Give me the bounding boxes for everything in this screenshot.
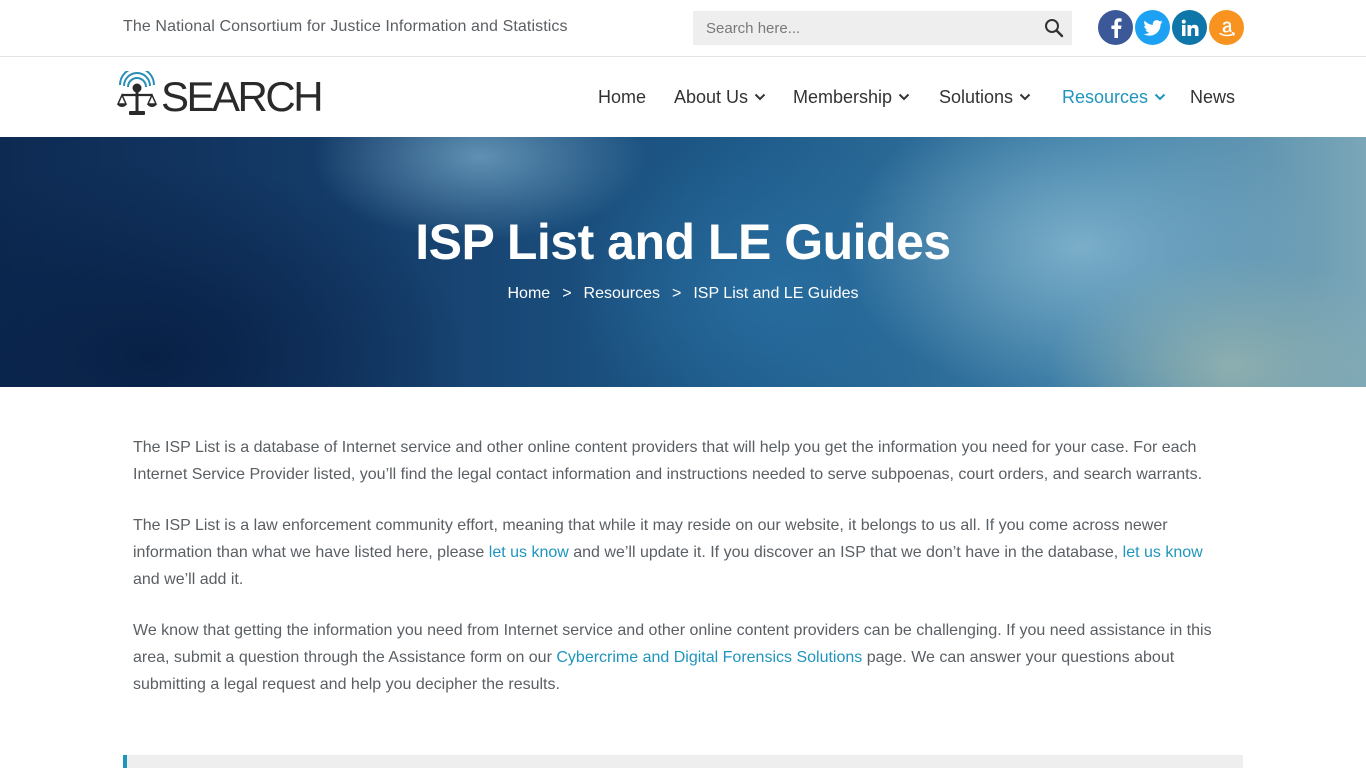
breadcrumb-resources[interactable]: Resources xyxy=(584,285,660,303)
search-box xyxy=(693,11,1072,45)
twitter-icon[interactable] xyxy=(1135,10,1170,45)
cybercrime-solutions-link[interactable]: Cybercrime and Digital Forensics Solutio… xyxy=(556,649,862,666)
breadcrumb-separator: > xyxy=(672,285,682,302)
amazon-icon[interactable] xyxy=(1209,10,1244,45)
scales-of-justice-icon xyxy=(116,71,158,115)
breadcrumb: Home > Resources > ISP List and LE Guide… xyxy=(0,285,1366,303)
main-content: The ISP List is a database of Internet s… xyxy=(133,434,1233,722)
site-tagline: The National Consortium for Justice Info… xyxy=(123,18,568,35)
facebook-icon[interactable] xyxy=(1098,10,1133,45)
chevron-down-icon xyxy=(898,93,910,101)
let-us-know-link[interactable]: let us know xyxy=(489,544,569,561)
search-input[interactable] xyxy=(693,11,1033,45)
logo-wordmark: SEARCH xyxy=(161,73,324,120)
top-bar: The National Consortium for Justice Info… xyxy=(0,0,1366,57)
intro-paragraph: The ISP List is a database of Internet s… xyxy=(133,439,1203,483)
search-icon[interactable] xyxy=(1044,18,1064,38)
nav-label: Membership xyxy=(793,86,893,107)
breadcrumb-separator: > xyxy=(562,285,572,302)
callout-box xyxy=(123,755,1243,768)
nav-label: Resources xyxy=(1062,86,1149,107)
paragraph-text: and we’ll update it. If you discover an … xyxy=(568,544,1123,561)
chevron-down-icon xyxy=(1019,93,1031,101)
nav-about-us[interactable]: About Us xyxy=(674,85,766,109)
breadcrumb-current: ISP List and LE Guides xyxy=(693,285,859,302)
nav-resources[interactable]: Resources xyxy=(1062,85,1166,109)
nav-solutions[interactable]: Solutions xyxy=(939,85,1031,109)
chevron-down-icon xyxy=(1154,93,1166,101)
page-title: ISP List and LE Guides xyxy=(415,214,951,270)
linkedin-icon[interactable] xyxy=(1172,10,1207,45)
nav-label: Solutions xyxy=(939,86,1014,107)
page-hero-banner: ISP List and LE Guides Home > Resources … xyxy=(0,137,1366,387)
community-paragraph: The ISP List is a law enforcement commun… xyxy=(133,512,1233,593)
nav-home[interactable]: Home xyxy=(598,85,646,109)
nav-label: News xyxy=(1190,86,1236,107)
let-us-know-link[interactable]: let us know xyxy=(1123,544,1203,561)
search-logo[interactable]: SEARCH xyxy=(116,71,324,120)
assistance-paragraph: We know that getting the information you… xyxy=(133,617,1233,698)
paragraph-text: and we’ll add it. xyxy=(133,571,244,588)
nav-label: Home xyxy=(598,86,647,107)
chevron-down-icon xyxy=(754,93,766,101)
breadcrumb-home[interactable]: Home xyxy=(508,285,551,303)
nav-news[interactable]: News xyxy=(1190,85,1235,109)
nav-membership[interactable]: Membership xyxy=(793,85,910,109)
nav-label: About Us xyxy=(674,86,749,107)
main-navbar: SEARCH Home About Us Membership Solution… xyxy=(0,57,1366,137)
